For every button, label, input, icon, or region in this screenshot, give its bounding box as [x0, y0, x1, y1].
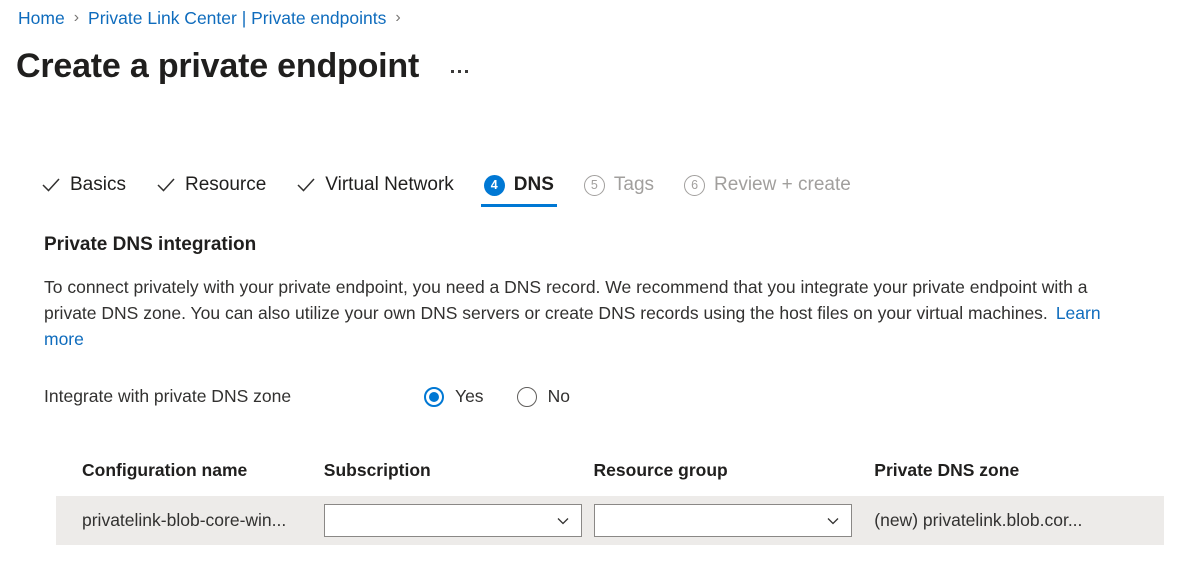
- ellipsis-dot-icon: [458, 69, 462, 73]
- subscription-dropdown[interactable]: [323, 504, 582, 537]
- check-icon: [42, 178, 60, 192]
- step-number-badge: 5: [583, 174, 605, 196]
- active-tab-indicator: [480, 204, 557, 207]
- tab-dns[interactable]: 4 DNS: [473, 166, 565, 207]
- tab-review-create[interactable]: 6 Review + create: [673, 166, 862, 204]
- tab-label: Resource: [184, 174, 267, 195]
- tab-resource[interactable]: Resource: [145, 166, 277, 204]
- tab-basics[interactable]: Basics: [30, 166, 137, 204]
- step-number-badge: 4: [483, 174, 505, 196]
- tab-virtual-network[interactable]: Virtual Network: [285, 166, 464, 204]
- chevron-down-icon: [557, 517, 569, 524]
- radio-selected-icon[interactable]: [424, 386, 444, 407]
- tab-label: Virtual Network: [325, 174, 454, 195]
- ellipsis-dot-icon: [465, 69, 469, 73]
- section-description-text: To connect privately with your private e…: [44, 277, 1088, 323]
- cell-subscription: [323, 504, 594, 537]
- private-dns-zone-value: (new) privatelink.blob.cor...: [874, 510, 1083, 530]
- cell-resource-group: [593, 504, 875, 537]
- integrate-with-private-dns-zone-field: Integrate with private DNS zone Yes No: [44, 386, 603, 407]
- table-row: privatelink-blob-core-win... (new) priva…: [56, 496, 1164, 545]
- cell-configuration-name: privatelink-blob-core-win...: [56, 510, 324, 531]
- tab-label: DNS: [513, 174, 554, 195]
- radio-unselected-icon[interactable]: [516, 386, 537, 407]
- check-icon: [297, 178, 315, 192]
- column-header-private-dns-zone: Private DNS zone: [874, 459, 1020, 480]
- breadcrumb-item-home[interactable]: Home: [18, 6, 65, 30]
- check-icon: [157, 178, 175, 192]
- tab-label: Review + create: [714, 174, 851, 195]
- radio-label-no: No: [547, 386, 570, 406]
- more-commands-button[interactable]: [447, 66, 472, 77]
- table-header-row: Configuration name Subscription Resource…: [56, 452, 1164, 488]
- ellipsis-dot-icon: [451, 69, 455, 73]
- radio-option-no[interactable]: No: [516, 386, 570, 407]
- radio-option-yes[interactable]: Yes: [424, 386, 484, 407]
- column-header-subscription: Subscription: [323, 459, 431, 480]
- resource-group-dropdown[interactable]: [593, 504, 852, 537]
- step-number-badge: 6: [684, 174, 706, 196]
- tab-label: Tags: [613, 174, 655, 195]
- section-description: To connect privately with your private e…: [44, 274, 1144, 352]
- cell-private-dns-zone: (new) privatelink.blob.cor...: [874, 510, 1164, 531]
- field-label: Integrate with private DNS zone: [44, 386, 292, 406]
- chevron-down-icon: [827, 517, 838, 524]
- radio-label-yes: Yes: [455, 386, 484, 406]
- section-heading: Private DNS integration: [44, 234, 257, 255]
- column-header-configuration-name: Configuration name: [82, 459, 248, 480]
- breadcrumb-separator-icon: ›: [395, 9, 401, 26]
- tab-tags[interactable]: 5 Tags: [573, 166, 665, 204]
- page-title: Create a private endpoint: [16, 47, 420, 85]
- breadcrumb-separator-icon: ›: [73, 9, 80, 26]
- tab-label: Basics: [70, 174, 126, 195]
- title-row: Create a private endpoint: [16, 44, 472, 88]
- dns-configuration-table: Configuration name Subscription Resource…: [56, 452, 1164, 545]
- breadcrumb: Home › Private Link Center | Private end…: [18, 6, 410, 30]
- configuration-name-value: privatelink-blob-core-win...: [82, 510, 287, 530]
- column-header-resource-group: Resource group: [593, 459, 728, 480]
- breadcrumb-item-private-link-center[interactable]: Private Link Center | Private endpoints: [88, 6, 386, 30]
- wizard-tabs: Basics Resource Virtual Network 4 DNS 5 …: [30, 166, 870, 210]
